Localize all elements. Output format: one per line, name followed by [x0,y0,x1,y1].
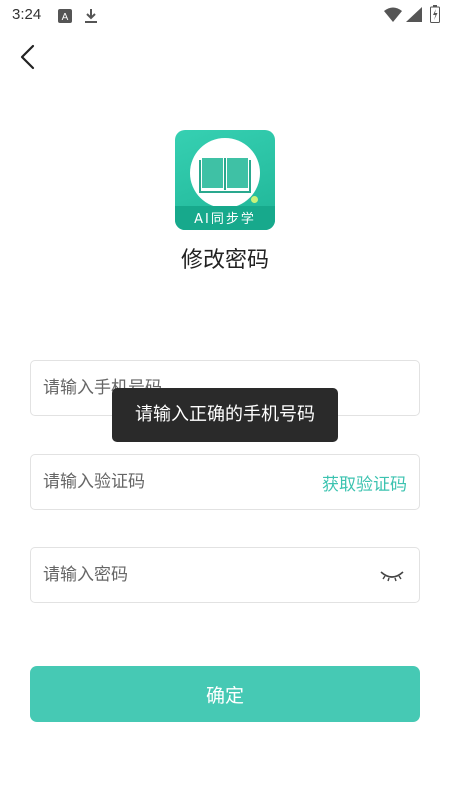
password-field[interactable] [30,547,420,603]
password-input[interactable] [43,548,363,602]
download-icon [84,8,98,28]
wifi-icon [384,7,402,26]
toast-message: 请输入正确的手机号码 [112,388,338,442]
app-logo: AI同步学 [175,130,275,230]
verification-code-input[interactable] [43,455,293,509]
eye-closed-icon [380,571,404,582]
signal-icon [406,7,422,26]
back-button[interactable] [14,42,44,72]
battery-icon [430,5,440,27]
chevron-left-icon [20,44,35,70]
get-code-button[interactable]: 获取验证码 [322,470,407,495]
password-visibility-toggle[interactable] [379,566,405,586]
status-time: 3:24 [12,6,42,23]
accessibility-icon: A [58,8,72,27]
status-bar: 3:24 A [0,0,450,32]
svg-text:A: A [62,12,69,23]
logo-text: AI同步学 [194,212,256,227]
logo-dot [251,196,258,203]
book-icon [199,158,251,193]
verification-code-field[interactable]: 获取验证码 [30,454,420,510]
confirm-button[interactable]: 确定 [30,666,420,722]
page-title: 修改密码 [180,248,269,273]
